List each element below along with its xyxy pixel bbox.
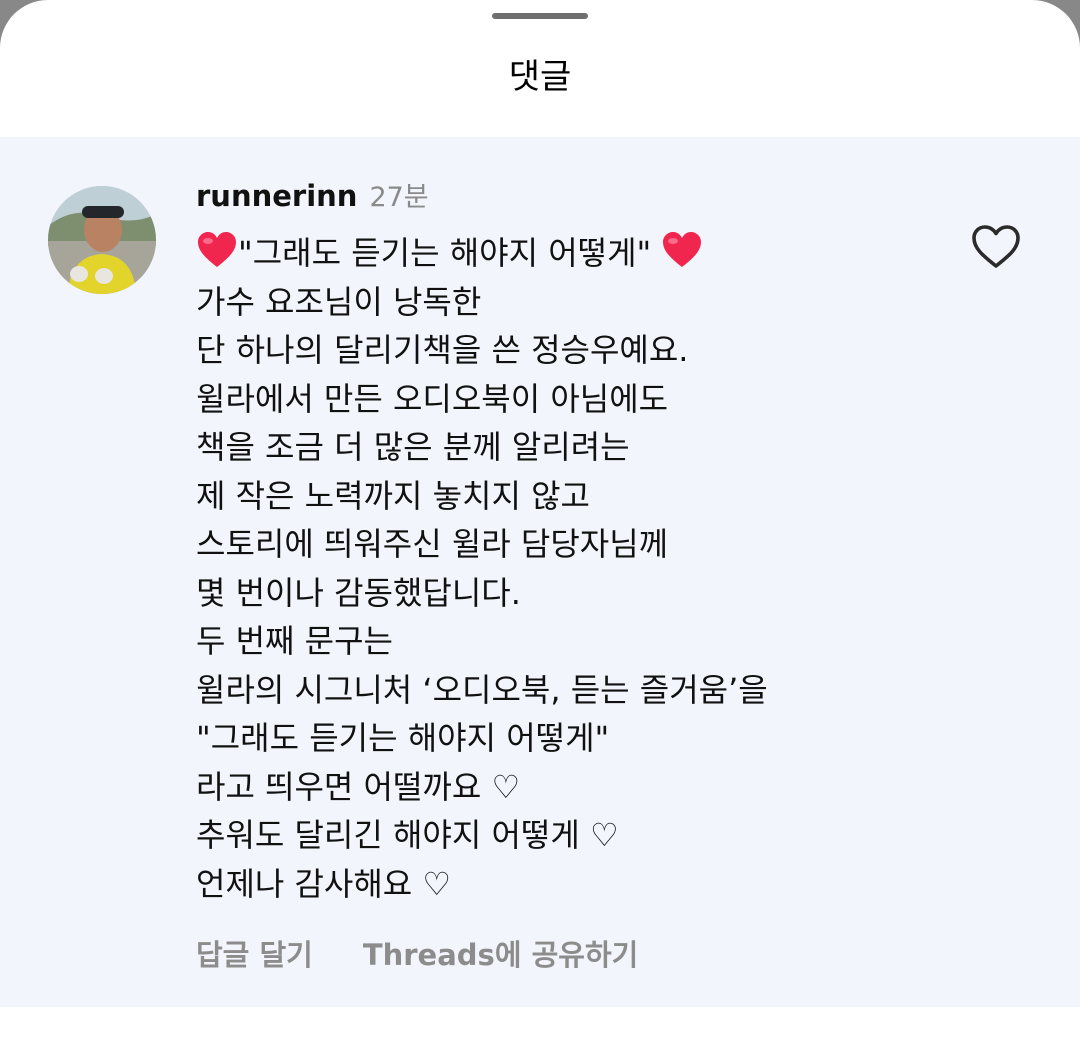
- comment-line-text: "그래도 듣기는 해야지 어떻게": [238, 234, 652, 272]
- share-to-threads-button[interactable]: Threads에 공유하기: [363, 932, 638, 974]
- comment-line: 라고 띄우면 어떨까요 ♡: [196, 767, 521, 806]
- comment-meta: runnerinn 27분: [196, 175, 429, 219]
- comment-line: 두 번째 문구는: [196, 622, 393, 660]
- sheet-title: 댓글: [508, 57, 572, 97]
- comment-line: 윌라의 시그니처 ‘오디오북, 듣는 즐거움’을: [196, 670, 768, 709]
- comment-line: 몇 번이나 감동했답니다.: [196, 573, 521, 612]
- comment-line: 단 하나의 달리기책을 쓴 정승우예요.: [196, 331, 689, 369]
- comment-item: runnerinn 27분 "그래도 듣기는 해야지 어떻게" 가수 요조님이 …: [0, 137, 1080, 1007]
- comment-line: 언제나 감사해요 ♡: [196, 864, 452, 903]
- comment-actions: 답글 달기 Threads에 공유하기: [196, 933, 638, 973]
- comment-line: 가수 요조님이 낭독한: [196, 282, 482, 321]
- red-heart-emoji-icon: [661, 230, 703, 270]
- comment-line: "그래도 듣기는 해야지 어떻게": [196, 229, 936, 278]
- username[interactable]: runnerinn: [196, 179, 357, 213]
- avatar[interactable]: [48, 186, 156, 294]
- comment-line: 책을 조금 더 많은 분께 알리려는: [196, 428, 630, 466]
- comment-line: 추워도 달리긴 해야지 어떻게 ♡: [196, 816, 619, 854]
- heart-outline-icon: [972, 225, 1020, 268]
- comment-line: 윌라에서 만든 오디오북이 아님에도: [196, 379, 669, 418]
- comment-text: "그래도 듣기는 해야지 어떻게" 가수 요조님이 낭독한 단 하나의 달리기책…: [196, 229, 936, 908]
- comment-line: 스토리에 띄워주신 윌라 담당자님께: [196, 525, 669, 563]
- reply-button[interactable]: 답글 달기: [196, 932, 313, 974]
- comment-line: "그래도 듣기는 해야지 어떻게": [196, 719, 610, 757]
- timestamp: 27분: [369, 182, 429, 213]
- like-button[interactable]: [970, 223, 1022, 271]
- red-heart-emoji-icon: [196, 230, 238, 270]
- drag-handle[interactable]: [492, 13, 588, 19]
- comment-line: 제 작은 노력까지 놓치지 않고: [196, 476, 590, 515]
- comments-sheet: 댓글 runnerinn 27분 "그래도 듣기는 해야지 어떻게" 가수 요조…: [0, 0, 1080, 1040]
